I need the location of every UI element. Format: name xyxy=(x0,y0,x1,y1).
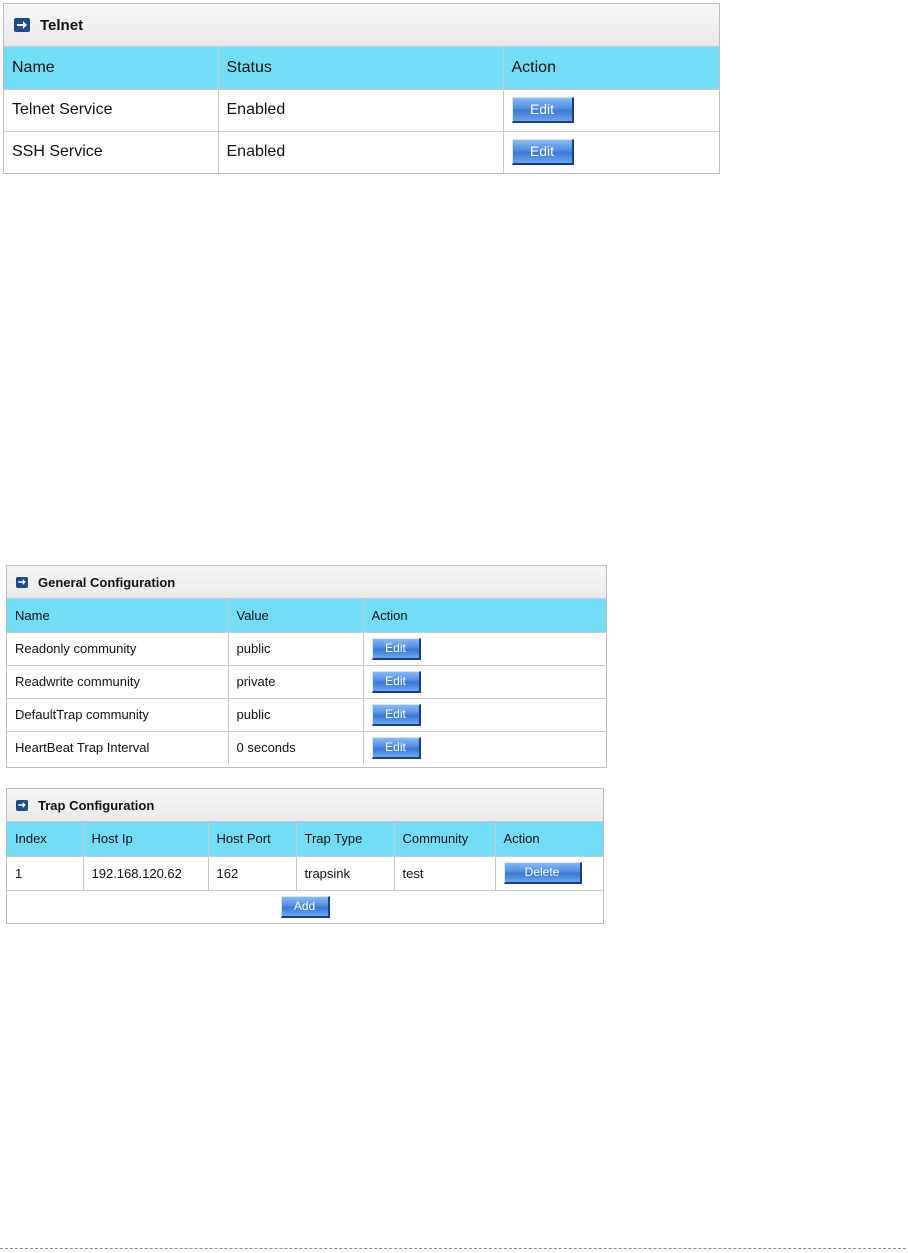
row-value: public xyxy=(227,697,364,732)
row-action-cell: Delete xyxy=(494,855,603,891)
column-header-host-ip: Host Ip xyxy=(82,822,209,857)
general-panel-header: General Configuration xyxy=(7,566,606,599)
column-header-value: Value xyxy=(227,599,364,633)
table-row: Readwrite community private Edit xyxy=(7,664,606,699)
table-row: Telnet Service Enabled Edit xyxy=(4,88,719,132)
add-row: Add xyxy=(7,889,603,924)
table-row: Readonly community public Edit xyxy=(7,631,606,666)
row-trap-type: trapsink xyxy=(295,855,395,891)
row-name: Readonly community xyxy=(7,631,229,666)
trap-table: Index Host Ip Host Port Trap Type Commun… xyxy=(7,822,603,924)
column-header-trap-type: Trap Type xyxy=(295,822,395,857)
column-header-name: Name xyxy=(7,599,229,633)
general-panel-title: General Configuration xyxy=(38,574,176,590)
column-header-action: Action xyxy=(502,47,719,90)
delete-trap-button[interactable]: Delete xyxy=(503,862,582,884)
row-name: DefaultTrap community xyxy=(7,697,229,732)
row-status: Enabled xyxy=(217,130,504,173)
general-configuration-panel: General Configuration Name Value Action … xyxy=(6,565,607,768)
column-header-action: Action xyxy=(362,599,606,633)
row-action-cell: Edit xyxy=(502,88,719,132)
arrow-right-icon xyxy=(14,18,30,32)
telnet-panel: Telnet Name Status Action Telnet Service… xyxy=(3,3,720,174)
telnet-panel-title: Telnet xyxy=(40,16,84,34)
row-host-ip: 192.168.120.62 xyxy=(82,855,209,891)
column-header-action: Action xyxy=(494,822,603,857)
column-header-host-port: Host Port xyxy=(207,822,297,857)
row-name: SSH Service xyxy=(4,130,219,173)
edit-defaulttrap-community-button[interactable]: Edit xyxy=(371,703,421,726)
row-action-cell: Edit xyxy=(362,697,606,732)
trap-panel-title: Trap Configuration xyxy=(38,797,155,813)
row-name: Telnet Service xyxy=(4,88,219,132)
add-trap-button[interactable]: Add xyxy=(280,896,330,919)
table-header-row: Name Value Action xyxy=(7,599,606,633)
table-header-row: Index Host Ip Host Port Trap Type Commun… xyxy=(7,822,603,857)
page-divider xyxy=(0,1248,906,1249)
table-row: SSH Service Enabled Edit xyxy=(4,130,719,173)
column-header-index: Index xyxy=(7,822,84,857)
trap-configuration-panel: Trap Configuration Index Host Ip Host Po… xyxy=(6,788,604,924)
table-header-row: Name Status Action xyxy=(4,47,719,90)
table-row: DefaultTrap community public Edit xyxy=(7,697,606,732)
add-cell: Add xyxy=(7,889,603,924)
edit-heartbeat-interval-button[interactable]: Edit xyxy=(371,736,421,759)
trap-panel-header: Trap Configuration xyxy=(7,789,603,822)
telnet-table: Name Status Action Telnet Service Enable… xyxy=(4,47,719,173)
arrow-right-icon xyxy=(16,799,28,811)
table-row: 1 192.168.120.62 162 trapsink test Delet… xyxy=(7,855,603,891)
edit-ssh-service-button[interactable]: Edit xyxy=(511,139,574,166)
edit-readwrite-community-button[interactable]: Edit xyxy=(371,670,421,693)
row-status: Enabled xyxy=(217,88,504,132)
arrow-right-icon xyxy=(16,576,28,588)
row-action-cell: Edit xyxy=(502,130,719,173)
edit-readonly-community-button[interactable]: Edit xyxy=(371,637,421,660)
table-row: HeartBeat Trap Interval 0 seconds Edit xyxy=(7,730,606,764)
row-index: 1 xyxy=(7,855,84,891)
telnet-panel-header: Telnet xyxy=(4,4,719,47)
row-name: Readwrite community xyxy=(7,664,229,699)
row-action-cell: Edit xyxy=(362,730,606,764)
row-value: public xyxy=(227,631,364,666)
row-host-port: 162 xyxy=(207,855,297,891)
row-action-cell: Edit xyxy=(362,664,606,699)
row-community: test xyxy=(393,855,496,891)
column-header-community: Community xyxy=(393,822,496,857)
edit-telnet-service-button[interactable]: Edit xyxy=(511,97,574,123)
row-action-cell: Edit xyxy=(362,631,606,666)
row-value: private xyxy=(227,664,364,699)
general-table: Name Value Action Readonly community pub… xyxy=(7,599,606,764)
page: Telnet Name Status Action Telnet Service… xyxy=(0,0,908,1253)
column-header-status: Status xyxy=(217,47,504,90)
column-header-name: Name xyxy=(4,47,219,90)
row-value: 0 seconds xyxy=(227,730,364,764)
row-name: HeartBeat Trap Interval xyxy=(7,730,229,764)
